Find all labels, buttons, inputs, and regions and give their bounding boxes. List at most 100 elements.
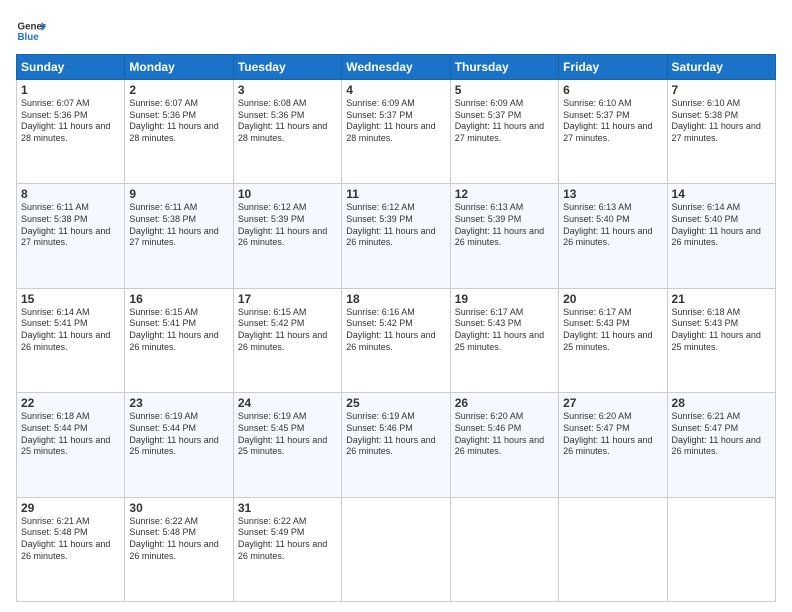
- calendar-cell: 2Sunrise: 6:07 AMSunset: 5:36 PMDaylight…: [125, 80, 233, 184]
- calendar-cell: 25Sunrise: 6:19 AMSunset: 5:46 PMDayligh…: [342, 393, 450, 497]
- day-header-monday: Monday: [125, 55, 233, 80]
- cell-info: Sunrise: 6:14 AMSunset: 5:40 PMDaylight:…: [672, 202, 761, 247]
- day-number: 11: [346, 187, 445, 201]
- calendar-cell: 14Sunrise: 6:14 AMSunset: 5:40 PMDayligh…: [667, 184, 775, 288]
- cell-info: Sunrise: 6:19 AMSunset: 5:46 PMDaylight:…: [346, 411, 435, 456]
- calendar-cell: 31Sunrise: 6:22 AMSunset: 5:49 PMDayligh…: [233, 497, 341, 601]
- day-number: 24: [238, 396, 337, 410]
- cell-info: Sunrise: 6:17 AMSunset: 5:43 PMDaylight:…: [455, 307, 544, 352]
- header: General Blue: [16, 16, 776, 46]
- day-number: 29: [21, 501, 120, 515]
- cell-info: Sunrise: 6:19 AMSunset: 5:44 PMDaylight:…: [129, 411, 218, 456]
- day-header-sunday: Sunday: [17, 55, 125, 80]
- cell-info: Sunrise: 6:22 AMSunset: 5:49 PMDaylight:…: [238, 516, 327, 561]
- day-header-tuesday: Tuesday: [233, 55, 341, 80]
- calendar-cell: 19Sunrise: 6:17 AMSunset: 5:43 PMDayligh…: [450, 288, 558, 392]
- calendar-week-1: 1Sunrise: 6:07 AMSunset: 5:36 PMDaylight…: [17, 80, 776, 184]
- calendar-cell: 11Sunrise: 6:12 AMSunset: 5:39 PMDayligh…: [342, 184, 450, 288]
- cell-info: Sunrise: 6:19 AMSunset: 5:45 PMDaylight:…: [238, 411, 327, 456]
- cell-info: Sunrise: 6:18 AMSunset: 5:43 PMDaylight:…: [672, 307, 761, 352]
- calendar-cell: 30Sunrise: 6:22 AMSunset: 5:48 PMDayligh…: [125, 497, 233, 601]
- svg-text:Blue: Blue: [18, 32, 40, 43]
- cell-info: Sunrise: 6:20 AMSunset: 5:46 PMDaylight:…: [455, 411, 544, 456]
- calendar-cell: 10Sunrise: 6:12 AMSunset: 5:39 PMDayligh…: [233, 184, 341, 288]
- day-header-friday: Friday: [559, 55, 667, 80]
- day-number: 17: [238, 292, 337, 306]
- calendar-cell: 6Sunrise: 6:10 AMSunset: 5:37 PMDaylight…: [559, 80, 667, 184]
- calendar-cell: 7Sunrise: 6:10 AMSunset: 5:38 PMDaylight…: [667, 80, 775, 184]
- calendar-cell: 24Sunrise: 6:19 AMSunset: 5:45 PMDayligh…: [233, 393, 341, 497]
- cell-info: Sunrise: 6:10 AMSunset: 5:38 PMDaylight:…: [672, 98, 761, 143]
- calendar-cell: 16Sunrise: 6:15 AMSunset: 5:41 PMDayligh…: [125, 288, 233, 392]
- calendar-cell: 28Sunrise: 6:21 AMSunset: 5:47 PMDayligh…: [667, 393, 775, 497]
- calendar-cell: [450, 497, 558, 601]
- day-number: 7: [672, 83, 771, 97]
- calendar-week-4: 22Sunrise: 6:18 AMSunset: 5:44 PMDayligh…: [17, 393, 776, 497]
- page: General Blue SundayMondayTuesdayWednesda…: [0, 0, 792, 612]
- day-number: 16: [129, 292, 228, 306]
- day-header-thursday: Thursday: [450, 55, 558, 80]
- cell-info: Sunrise: 6:12 AMSunset: 5:39 PMDaylight:…: [238, 202, 327, 247]
- cell-info: Sunrise: 6:21 AMSunset: 5:47 PMDaylight:…: [672, 411, 761, 456]
- cell-info: Sunrise: 6:08 AMSunset: 5:36 PMDaylight:…: [238, 98, 327, 143]
- day-number: 2: [129, 83, 228, 97]
- cell-info: Sunrise: 6:09 AMSunset: 5:37 PMDaylight:…: [346, 98, 435, 143]
- calendar-week-3: 15Sunrise: 6:14 AMSunset: 5:41 PMDayligh…: [17, 288, 776, 392]
- calendar-cell: 27Sunrise: 6:20 AMSunset: 5:47 PMDayligh…: [559, 393, 667, 497]
- calendar-cell: 26Sunrise: 6:20 AMSunset: 5:46 PMDayligh…: [450, 393, 558, 497]
- calendar-week-5: 29Sunrise: 6:21 AMSunset: 5:48 PMDayligh…: [17, 497, 776, 601]
- calendar-cell: 22Sunrise: 6:18 AMSunset: 5:44 PMDayligh…: [17, 393, 125, 497]
- logo: General Blue: [16, 16, 46, 46]
- calendar-cell: 4Sunrise: 6:09 AMSunset: 5:37 PMDaylight…: [342, 80, 450, 184]
- day-number: 22: [21, 396, 120, 410]
- cell-info: Sunrise: 6:14 AMSunset: 5:41 PMDaylight:…: [21, 307, 110, 352]
- calendar-cell: 5Sunrise: 6:09 AMSunset: 5:37 PMDaylight…: [450, 80, 558, 184]
- calendar-cell: 18Sunrise: 6:16 AMSunset: 5:42 PMDayligh…: [342, 288, 450, 392]
- calendar-cell: 17Sunrise: 6:15 AMSunset: 5:42 PMDayligh…: [233, 288, 341, 392]
- cell-info: Sunrise: 6:11 AMSunset: 5:38 PMDaylight:…: [129, 202, 218, 247]
- day-number: 21: [672, 292, 771, 306]
- calendar-cell: 3Sunrise: 6:08 AMSunset: 5:36 PMDaylight…: [233, 80, 341, 184]
- cell-info: Sunrise: 6:07 AMSunset: 5:36 PMDaylight:…: [129, 98, 218, 143]
- calendar-cell: [342, 497, 450, 601]
- calendar-cell: 23Sunrise: 6:19 AMSunset: 5:44 PMDayligh…: [125, 393, 233, 497]
- day-number: 31: [238, 501, 337, 515]
- day-number: 20: [563, 292, 662, 306]
- calendar-header-row: SundayMondayTuesdayWednesdayThursdayFrid…: [17, 55, 776, 80]
- cell-info: Sunrise: 6:07 AMSunset: 5:36 PMDaylight:…: [21, 98, 110, 143]
- calendar-week-2: 8Sunrise: 6:11 AMSunset: 5:38 PMDaylight…: [17, 184, 776, 288]
- day-number: 15: [21, 292, 120, 306]
- day-number: 19: [455, 292, 554, 306]
- cell-info: Sunrise: 6:13 AMSunset: 5:39 PMDaylight:…: [455, 202, 544, 247]
- calendar-cell: 21Sunrise: 6:18 AMSunset: 5:43 PMDayligh…: [667, 288, 775, 392]
- cell-info: Sunrise: 6:18 AMSunset: 5:44 PMDaylight:…: [21, 411, 110, 456]
- day-number: 27: [563, 396, 662, 410]
- cell-info: Sunrise: 6:11 AMSunset: 5:38 PMDaylight:…: [21, 202, 110, 247]
- day-number: 30: [129, 501, 228, 515]
- day-number: 1: [21, 83, 120, 97]
- cell-info: Sunrise: 6:10 AMSunset: 5:37 PMDaylight:…: [563, 98, 652, 143]
- cell-info: Sunrise: 6:13 AMSunset: 5:40 PMDaylight:…: [563, 202, 652, 247]
- day-number: 6: [563, 83, 662, 97]
- cell-info: Sunrise: 6:12 AMSunset: 5:39 PMDaylight:…: [346, 202, 435, 247]
- cell-info: Sunrise: 6:17 AMSunset: 5:43 PMDaylight:…: [563, 307, 652, 352]
- calendar-cell: 9Sunrise: 6:11 AMSunset: 5:38 PMDaylight…: [125, 184, 233, 288]
- logo-icon: General Blue: [16, 16, 46, 46]
- cell-info: Sunrise: 6:22 AMSunset: 5:48 PMDaylight:…: [129, 516, 218, 561]
- cell-info: Sunrise: 6:16 AMSunset: 5:42 PMDaylight:…: [346, 307, 435, 352]
- day-number: 10: [238, 187, 337, 201]
- cell-info: Sunrise: 6:15 AMSunset: 5:42 PMDaylight:…: [238, 307, 327, 352]
- day-number: 18: [346, 292, 445, 306]
- calendar-cell: 20Sunrise: 6:17 AMSunset: 5:43 PMDayligh…: [559, 288, 667, 392]
- day-number: 8: [21, 187, 120, 201]
- day-number: 14: [672, 187, 771, 201]
- day-number: 9: [129, 187, 228, 201]
- day-header-wednesday: Wednesday: [342, 55, 450, 80]
- calendar-cell: 8Sunrise: 6:11 AMSunset: 5:38 PMDaylight…: [17, 184, 125, 288]
- calendar-cell: [559, 497, 667, 601]
- calendar-cell: 29Sunrise: 6:21 AMSunset: 5:48 PMDayligh…: [17, 497, 125, 601]
- calendar-body: 1Sunrise: 6:07 AMSunset: 5:36 PMDaylight…: [17, 80, 776, 602]
- cell-info: Sunrise: 6:21 AMSunset: 5:48 PMDaylight:…: [21, 516, 110, 561]
- calendar-cell: 1Sunrise: 6:07 AMSunset: 5:36 PMDaylight…: [17, 80, 125, 184]
- calendar-table: SundayMondayTuesdayWednesdayThursdayFrid…: [16, 54, 776, 602]
